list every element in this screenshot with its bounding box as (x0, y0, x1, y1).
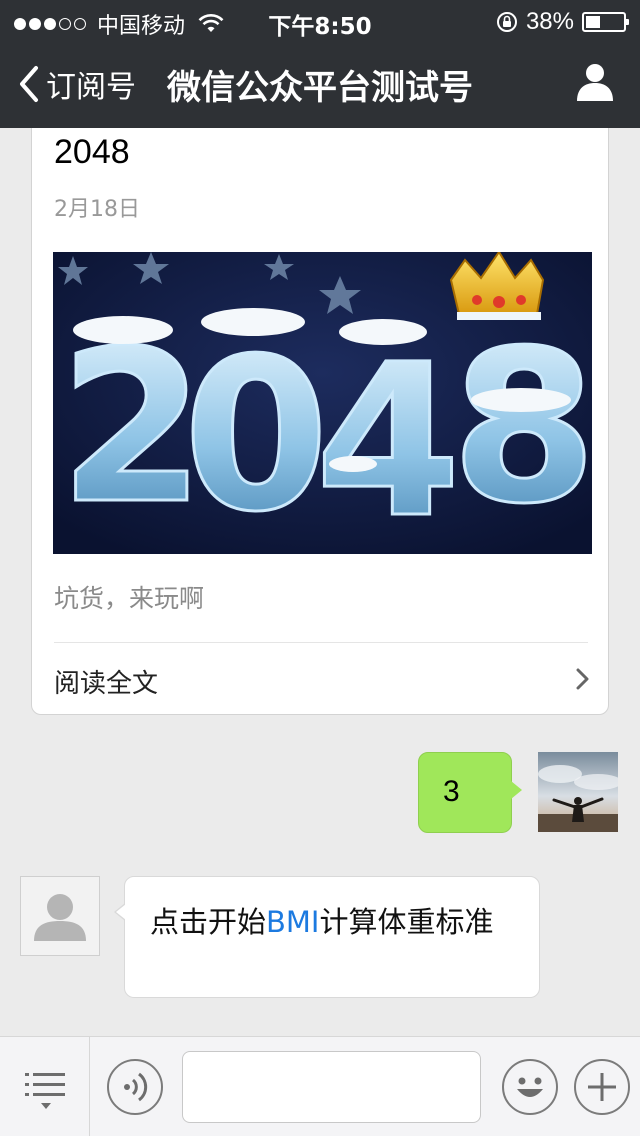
read-more-label: 阅读全文 (54, 669, 159, 699)
cover-2048-artwork: 2 0 4 8 (53, 252, 592, 554)
rotation-lock-icon (496, 12, 517, 32)
chat-area[interactable]: 2048 2月18日 2 0 4 8 坑货，来玩啊 阅读全文 3 点击开始BMI… (0, 128, 640, 1036)
voice-icon (124, 1072, 148, 1102)
input-bar (0, 1036, 640, 1136)
incoming-message-bubble[interactable]: 点击开始BMI计算体重标准 (114, 876, 540, 998)
svg-text:4: 4 (315, 319, 461, 554)
voice-button[interactable] (107, 1059, 163, 1115)
profile-button[interactable] (576, 62, 614, 106)
avatar-self-image (538, 752, 618, 832)
default-avatar-icon (34, 894, 86, 941)
svg-text:8: 8 (451, 305, 592, 550)
outgoing-message-bubble[interactable]: 3 (418, 752, 522, 833)
more-button[interactable] (574, 1059, 630, 1115)
article-date: 2月18日 (54, 197, 140, 222)
article-title: 2048 (54, 133, 130, 171)
nav-bar: 订阅号 微信公众平台测试号 (0, 40, 640, 128)
page-title: 微信公众平台测试号 (167, 68, 473, 108)
plus-icon (588, 1073, 616, 1101)
status-right: 38% (496, 8, 629, 36)
outgoing-message-text: 3 (443, 775, 460, 808)
incoming-message-suffix: 计算体重标准 (319, 905, 494, 939)
incoming-message-prefix: 点击开始 (150, 905, 267, 939)
status-bar: 中国移动 下午8:50 38% (0, 0, 640, 40)
incoming-message-text: 点击开始BMI计算体重标准 (150, 901, 509, 943)
person-icon (577, 64, 613, 101)
crown-icon (449, 252, 545, 320)
message-input[interactable] (182, 1051, 481, 1123)
battery-fill (586, 16, 600, 28)
bmi-link[interactable]: BMI (266, 905, 319, 939)
battery-icon (582, 12, 629, 32)
battery-percent: 38% (525, 8, 574, 35)
list-menu-icon (25, 1073, 65, 1109)
emoji-button[interactable] (502, 1059, 558, 1115)
svg-text:0: 0 (183, 313, 329, 554)
chevron-right-icon (576, 668, 589, 690)
avatar-account[interactable] (20, 876, 100, 956)
article-digest: 坑货，来玩啊 (54, 584, 205, 613)
menu-toggle-button[interactable] (0, 1037, 90, 1136)
article-card[interactable]: 2048 2月18日 2 0 4 8 坑货，来玩啊 阅读全文 (31, 128, 609, 715)
smiley-icon (517, 1077, 543, 1097)
read-more-link[interactable]: 阅读全文 (32, 643, 608, 714)
avatar-self[interactable] (538, 752, 618, 832)
article-cover-image[interactable]: 2 0 4 8 (53, 252, 592, 554)
